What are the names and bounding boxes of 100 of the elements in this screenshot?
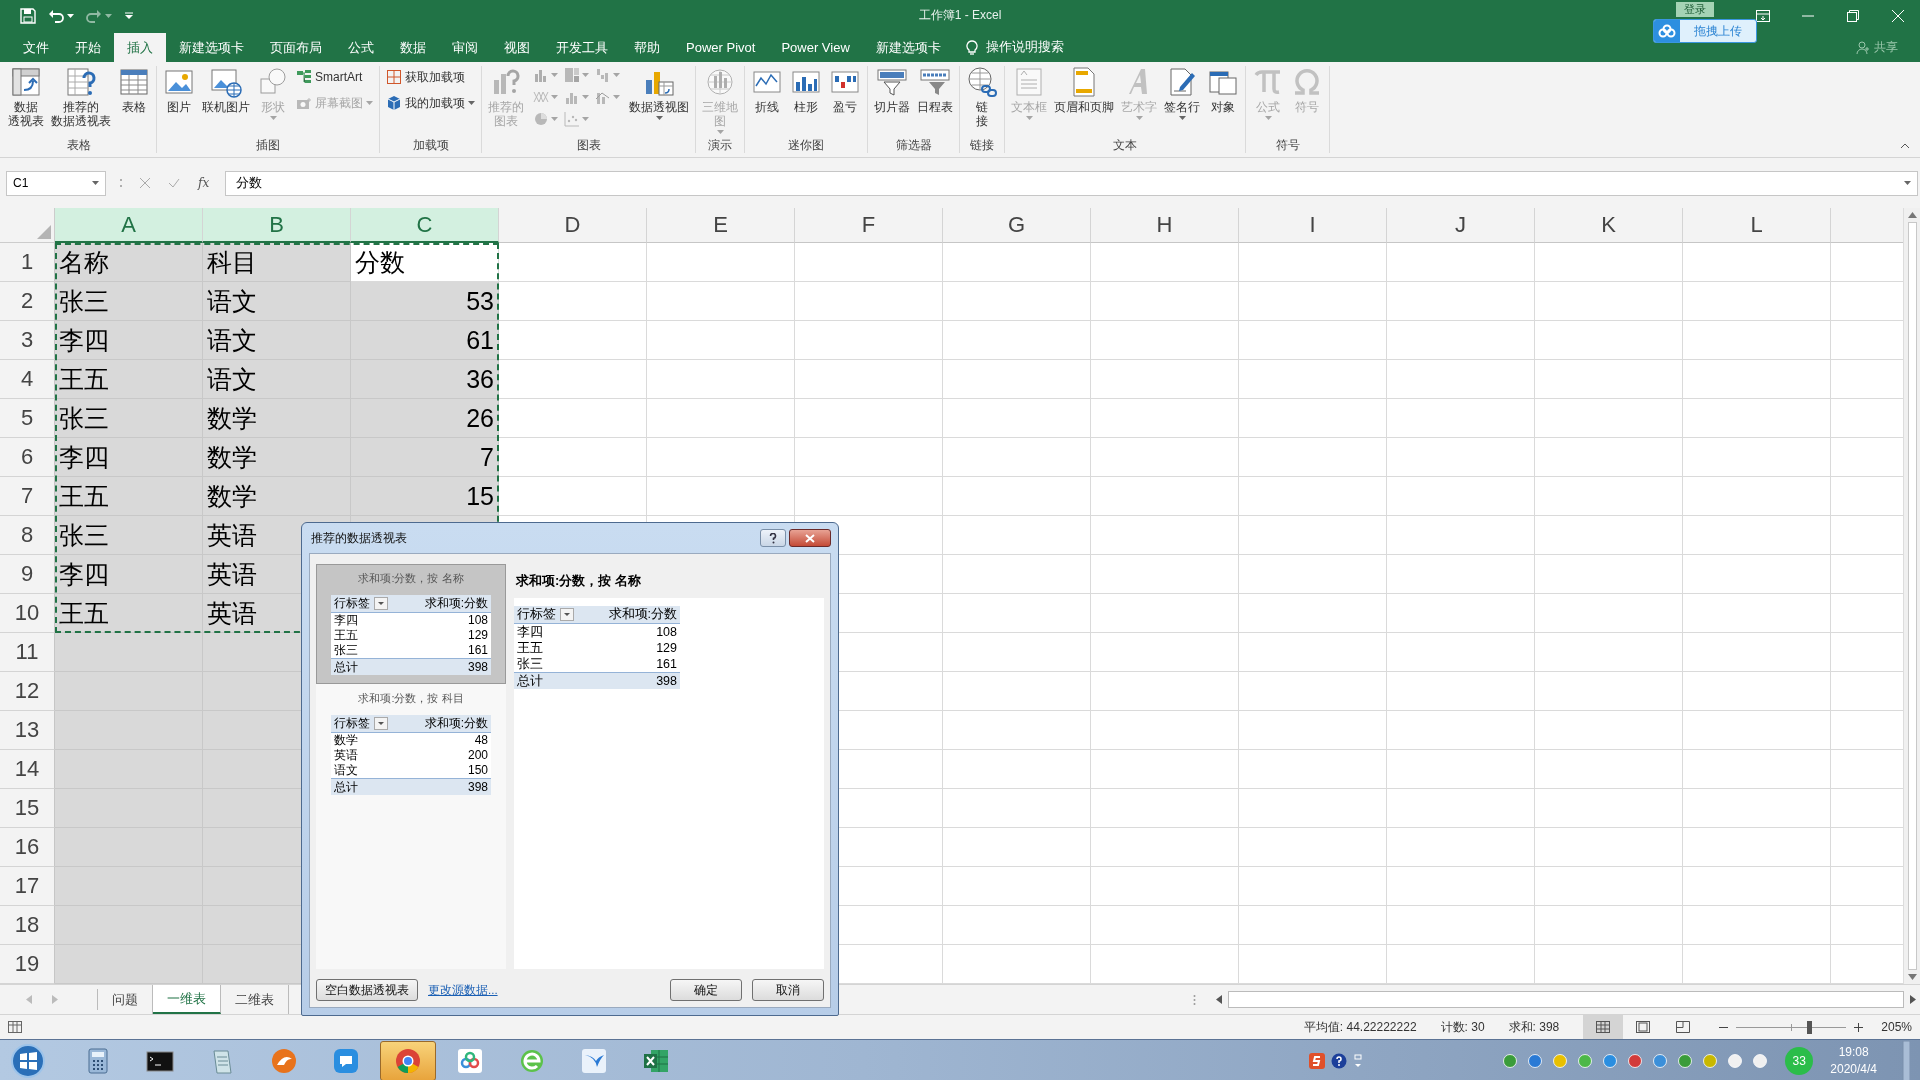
insert-function-button[interactable]: fx	[198, 176, 210, 190]
row-header[interactable]: 7	[0, 477, 55, 516]
table-cell[interactable]: 王五	[55, 594, 203, 633]
table-cell[interactable]: 李四	[55, 321, 203, 360]
ribbon-button[interactable]: 图片	[160, 66, 198, 114]
ribbon-tab[interactable]: 视图	[491, 33, 543, 62]
table-cell[interactable]: 分数	[351, 243, 499, 282]
close-button[interactable]	[789, 529, 831, 547]
table-cell[interactable]: 张三	[55, 399, 203, 438]
change-source-link[interactable]: 更改源数据...	[428, 982, 498, 998]
table-cell[interactable]: 数学	[203, 438, 351, 477]
upload-button[interactable]: 拖拽上传	[1653, 19, 1757, 43]
table-cell[interactable]: 61	[351, 321, 499, 360]
row-header[interactable]: 15	[0, 789, 55, 828]
row-header[interactable]: 9	[0, 555, 55, 594]
pivot-preview[interactable]: 求和项:分数，按 名称 行标签 求和项:分数 李四 108 王五 129 张三 161 总计 398	[316, 564, 506, 684]
ribbon-button[interactable]: 切片器	[871, 66, 913, 114]
ribbon-tab[interactable]: Power Pivot	[673, 33, 769, 62]
table-cell[interactable]: 数学	[203, 477, 351, 516]
row-header[interactable]: 17	[0, 867, 55, 906]
blank-pivot-button[interactable]: 空白数据透视表	[316, 979, 418, 1001]
column-header[interactable]: G	[943, 208, 1091, 243]
tell-me-search[interactable]: 操作说明搜索	[985, 39, 1064, 56]
column-header[interactable]: A	[55, 208, 203, 243]
ribbon-tab[interactable]: 开始	[62, 33, 114, 62]
table-cell[interactable]: 王五	[55, 477, 203, 516]
ok-button[interactable]: 确定	[670, 979, 742, 1001]
table-cell[interactable]: 26	[351, 399, 499, 438]
cancel-button[interactable]: 取消	[752, 979, 824, 1001]
scroll-thumb[interactable]	[1228, 991, 1904, 1008]
row-header[interactable]: 2	[0, 282, 55, 321]
row-header[interactable]: 3	[0, 321, 55, 360]
row-header[interactable]: 4	[0, 360, 55, 399]
help-button[interactable]	[760, 529, 786, 547]
ribbon-tab[interactable]: 帮助	[621, 33, 673, 62]
table-cell[interactable]: 15	[351, 477, 499, 516]
table-cell[interactable]: 科目	[203, 243, 351, 282]
row-header[interactable]: 1	[0, 243, 55, 282]
table-cell[interactable]: 李四	[55, 555, 203, 594]
slider-thumb[interactable]	[1806, 1020, 1812, 1034]
pivot-preview[interactable]: 求和项:分数，按 科目 行标签 求和项:分数 数学 48 英语 200 语文 150 总计 398	[316, 684, 506, 804]
ribbon-button[interactable]: SmartArt	[293, 66, 376, 88]
scroll-thumb[interactable]	[1907, 222, 1917, 970]
ribbon-button[interactable]: 折线	[748, 66, 786, 114]
row-header[interactable]: 10	[0, 594, 55, 633]
column-header[interactable]: J	[1387, 208, 1535, 243]
ribbon-button[interactable]: 盈亏	[826, 66, 864, 114]
ribbon-button[interactable]: 柱形	[787, 66, 825, 114]
row-header[interactable]: 8	[0, 516, 55, 555]
column-header[interactable]: F	[795, 208, 943, 243]
ribbon-tab[interactable]: 开发工具	[543, 33, 621, 62]
ribbon-button[interactable]: 签名行	[1161, 66, 1203, 120]
view-button[interactable]	[1583, 1015, 1624, 1039]
ribbon-button[interactable]: 页眉和页脚	[1051, 66, 1117, 114]
ribbon-button[interactable]: 获取加载项	[383, 66, 478, 88]
login-button[interactable]: 登录	[1676, 2, 1714, 17]
ribbon-button[interactable]: 表格	[115, 66, 153, 114]
table-cell[interactable]: 王五	[55, 360, 203, 399]
column-header[interactable]: B	[203, 208, 351, 243]
ribbon-button[interactable]: 日程表	[914, 66, 956, 114]
row-header[interactable]: 13	[0, 711, 55, 750]
table-cell[interactable]: 36	[351, 360, 499, 399]
ribbon-button[interactable]: 我的加载项	[383, 92, 478, 114]
table-cell[interactable]: 李四	[55, 438, 203, 477]
row-header[interactable]: 12	[0, 672, 55, 711]
table-cell[interactable]: 张三	[55, 282, 203, 321]
column-header[interactable]: K	[1535, 208, 1683, 243]
column-header[interactable]: H	[1091, 208, 1239, 243]
ribbon-tab[interactable]: 页面布局	[257, 33, 335, 62]
column-header[interactable]: C	[351, 208, 499, 243]
ribbon-button[interactable]: 对象	[1204, 66, 1242, 114]
table-cell[interactable]: 名称	[55, 243, 203, 282]
ribbon-button[interactable]: 数据透视图	[626, 66, 692, 120]
ribbon-button[interactable]: 链 接	[963, 66, 1001, 128]
table-cell[interactable]: 张三	[55, 516, 203, 555]
row-header[interactable]: 18	[0, 906, 55, 945]
table-cell[interactable]: 53	[351, 282, 499, 321]
name-box[interactable]: C1	[6, 170, 106, 196]
sheet-tab[interactable]: 一维表	[153, 985, 221, 1014]
formula-field[interactable]: 分数	[225, 170, 1918, 196]
table-cell[interactable]: 语文	[203, 321, 351, 360]
table-cell[interactable]: 7	[351, 438, 499, 477]
ribbon-tab[interactable]: 公式	[335, 33, 387, 62]
row-header[interactable]: 5	[0, 399, 55, 438]
ribbon-tab[interactable]: 新建选项卡	[166, 33, 257, 62]
table-cell[interactable]: 语文	[203, 282, 351, 321]
row-header[interactable]: 19	[0, 945, 55, 984]
ribbon-tab[interactable]: 数据	[387, 33, 439, 62]
zoom-level[interactable]: 205%	[1881, 1020, 1912, 1034]
ribbon-tab[interactable]: 审阅	[439, 33, 491, 62]
ribbon-tab[interactable]: Power View	[768, 33, 863, 62]
column-header[interactable]	[1831, 208, 1903, 243]
column-header[interactable]: I	[1239, 208, 1387, 243]
ribbon-tab[interactable]: 文件	[10, 33, 62, 62]
ribbon-button[interactable]: 推荐的 数据透视表	[48, 66, 114, 128]
table-cell[interactable]: 语文	[203, 360, 351, 399]
ribbon-button[interactable]: 联机图片	[199, 66, 253, 114]
table-cell[interactable]: 数学	[203, 399, 351, 438]
row-header[interactable]: 14	[0, 750, 55, 789]
row-header[interactable]: 6	[0, 438, 55, 477]
